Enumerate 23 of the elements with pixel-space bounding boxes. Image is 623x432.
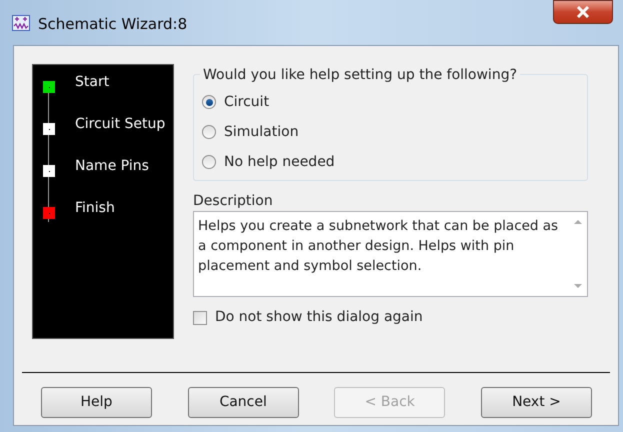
window-title: Schematic Wizard:8 xyxy=(38,14,188,35)
dialog-button[interactable]: Next > xyxy=(480,387,592,418)
dialog-button[interactable]: Help xyxy=(41,387,152,418)
dialog-button[interactable]: Cancel xyxy=(188,387,299,418)
step-label: Name Pins xyxy=(75,157,149,175)
close-button[interactable] xyxy=(553,0,613,24)
close-icon xyxy=(576,6,590,18)
description-text: Helps you create a subnetwork that can be placed as a component in another design. Helps with pin placement and symbol selection. xyxy=(197,217,560,276)
radio-button[interactable] xyxy=(202,155,216,169)
step-label: Circuit Setup xyxy=(75,115,166,133)
radio-button[interactable] xyxy=(202,125,216,139)
app-icon xyxy=(12,15,30,31)
radio-option[interactable]: Simulation xyxy=(202,117,587,147)
radio-option[interactable]: No help needed xyxy=(202,147,587,177)
scroll-up-icon[interactable] xyxy=(574,220,582,224)
radio-button[interactable] xyxy=(202,95,216,109)
checkbox[interactable] xyxy=(193,310,207,324)
step-label: Start xyxy=(75,73,110,91)
radio-option[interactable]: Circuit xyxy=(202,87,587,117)
step-label: Finish xyxy=(75,199,115,217)
dont-show-checkbox-row[interactable]: Do not show this dialog again xyxy=(193,307,588,328)
description-label: Description xyxy=(193,192,274,211)
scroll-down-icon[interactable] xyxy=(574,284,582,288)
